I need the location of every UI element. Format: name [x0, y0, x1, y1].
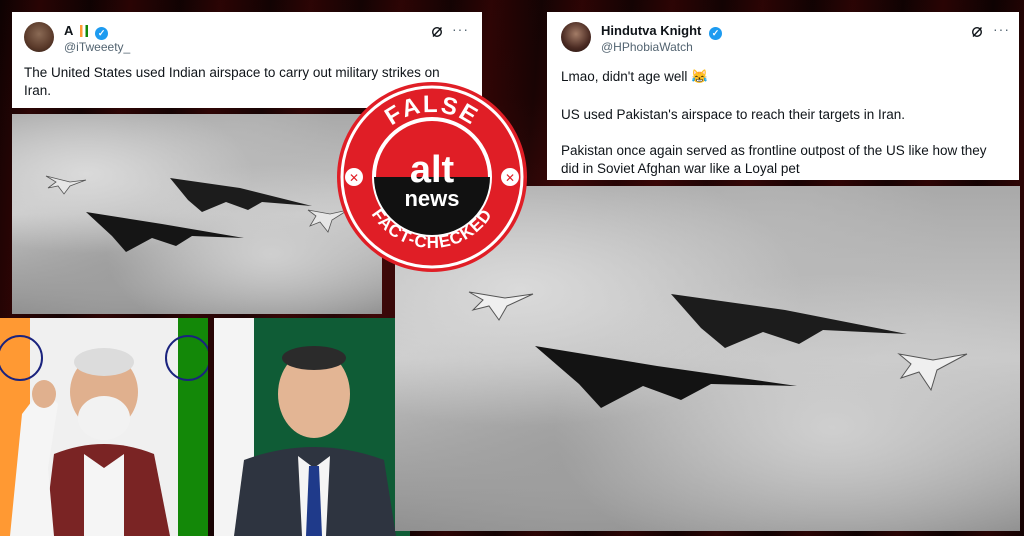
- photo-sharif: [214, 318, 410, 536]
- svg-text:✕: ✕: [349, 171, 359, 185]
- verified-icon: ✓: [709, 27, 723, 40]
- verified-icon: ✓: [95, 27, 109, 40]
- tweet-text-line1: Lmao, didn't age well 😹: [561, 69, 708, 84]
- tweet-text-line3: Pakistan once again served as frontline …: [561, 143, 987, 176]
- more-icon[interactable]: ···: [452, 21, 469, 37]
- logo-alt-text: alt: [410, 149, 455, 191]
- grok-icon[interactable]: [971, 26, 983, 38]
- handle[interactable]: @iTweeety_: [64, 40, 130, 54]
- tweet-card-right[interactable]: Hindutva Knight ✓ @HPhobiaWatch ··· Lmao…: [547, 12, 1019, 180]
- tweet-text-line2: US used Pakistan's airspace to reach the…: [561, 107, 905, 122]
- photo-modi: [0, 318, 208, 536]
- handle[interactable]: @HPhobiaWatch: [601, 40, 693, 54]
- avatar[interactable]: [24, 22, 54, 52]
- logo-news-text: news: [404, 186, 459, 211]
- bomber-photo-left: [12, 114, 382, 314]
- aircraft-illustration: [45, 175, 349, 252]
- display-name[interactable]: A ✓: [64, 23, 109, 40]
- grok-icon[interactable]: [431, 26, 443, 38]
- portrait-illustration-2: [214, 318, 410, 536]
- display-name[interactable]: Hindutva Knight ✓: [601, 23, 723, 40]
- flag-emoji-icon: [79, 25, 88, 37]
- portrait-illustration: [0, 318, 208, 536]
- fact-check-stamp: FALSE FACT-CHECKED alt news ✕ ✕: [335, 80, 529, 274]
- svg-text:✕: ✕: [505, 171, 515, 185]
- avatar[interactable]: [561, 22, 591, 52]
- more-icon[interactable]: ···: [993, 21, 1010, 37]
